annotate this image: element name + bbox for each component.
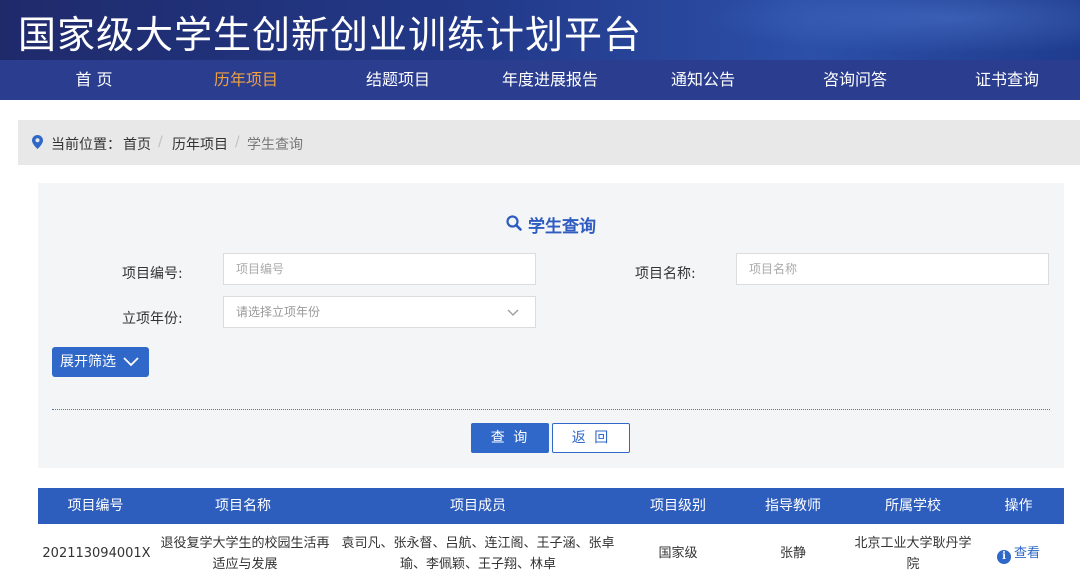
view-link[interactable]: i 查看 bbox=[973, 543, 1064, 564]
cell-members: 袁司凡、张永督、吕航、连江阁、王子涵、张卓瑜、李佩颖、王子翔、林卓 bbox=[341, 536, 615, 572]
site-banner: 国家级大学生创新创业训练计划平台 bbox=[0, 0, 1080, 60]
search-icon bbox=[506, 215, 522, 231]
search-panel-title: 学生查询 bbox=[506, 212, 596, 237]
breadcrumb-past-projects[interactable]: 历年项目 bbox=[172, 134, 228, 154]
project-name-input[interactable] bbox=[736, 253, 1049, 285]
column-header-level: 项目级别 bbox=[650, 498, 706, 514]
breadcrumb-separator: / bbox=[158, 134, 163, 150]
nav-item-home[interactable]: 首 页 bbox=[34, 60, 154, 100]
column-header-project-name: 项目名称 bbox=[215, 498, 271, 514]
search-panel: 学生查询 项目编号: 项目名称: 立项年份: 请选择立项年份 展开筛选 查 询 … bbox=[38, 183, 1064, 468]
expand-filter-label: 展开筛选 bbox=[60, 354, 116, 370]
cell-school: 北京工业大学耿丹学院 bbox=[854, 536, 972, 572]
view-link-label: 查看 bbox=[1013, 546, 1040, 561]
info-icon: i bbox=[996, 550, 1011, 564]
cell-teacher: 张静 bbox=[779, 546, 806, 561]
column-header-project-no: 项目编号 bbox=[67, 498, 124, 514]
column-header-teacher: 指导教师 bbox=[765, 498, 821, 514]
chevron-down-icon bbox=[507, 309, 519, 316]
nav-item-qa[interactable]: 咨询问答 bbox=[795, 60, 915, 100]
column-header-members: 项目成员 bbox=[450, 498, 506, 514]
column-header-school: 所属学校 bbox=[885, 498, 941, 514]
chevron-down-icon bbox=[123, 357, 139, 367]
nav-item-notices[interactable]: 通知公告 bbox=[643, 60, 763, 100]
main-nav: 首 页 历年项目 结题项目 年度进展报告 通知公告 咨询问答 证书查询 bbox=[0, 60, 1080, 100]
nav-item-certificate[interactable]: 证书查询 bbox=[947, 60, 1067, 100]
nav-item-completed-projects[interactable]: 结题项目 bbox=[338, 60, 458, 100]
breadcrumb: 当前位置： 首页 / 历年项目 / 学生查询 bbox=[18, 120, 1080, 165]
table-row: 202113094001X 退役复学大学生的校园生活再适应与发展 袁司凡、张永督… bbox=[38, 524, 1064, 583]
divider bbox=[52, 409, 1050, 410]
location-pin-icon bbox=[32, 135, 43, 149]
query-button[interactable]: 查 询 bbox=[471, 423, 549, 453]
results-table-header: 项目编号 项目名称 项目成员 项目级别 指导教师 所属学校 操作 bbox=[38, 488, 1064, 524]
cell-level: 国家级 bbox=[658, 546, 698, 561]
breadcrumb-separator: / bbox=[235, 134, 240, 150]
banner-decoration bbox=[660, 0, 1080, 60]
cell-project-no: 202113094001X bbox=[42, 546, 151, 561]
breadcrumb-home[interactable]: 首页 bbox=[123, 134, 151, 154]
year-label: 立项年份: bbox=[122, 311, 183, 327]
breadcrumb-prefix: 当前位置： bbox=[51, 137, 121, 153]
column-header-action: 操作 bbox=[1004, 498, 1033, 514]
project-no-label: 项目编号: bbox=[122, 266, 183, 282]
project-no-input[interactable] bbox=[223, 253, 536, 285]
back-button[interactable]: 返 回 bbox=[552, 423, 630, 453]
nav-item-annual-reports[interactable]: 年度进展报告 bbox=[490, 60, 610, 100]
breadcrumb-current: 学生查询 bbox=[247, 137, 303, 153]
expand-filter-button[interactable]: 展开筛选 bbox=[52, 347, 149, 377]
nav-item-past-projects[interactable]: 历年项目 bbox=[186, 60, 306, 100]
year-select[interactable]: 请选择立项年份 bbox=[223, 296, 536, 328]
site-title: 国家级大学生创新创业训练计划平台 bbox=[18, 13, 643, 57]
search-panel-title-text: 学生查询 bbox=[528, 217, 596, 237]
project-name-label: 项目名称: bbox=[635, 266, 696, 282]
year-select-placeholder: 请选择立项年份 bbox=[236, 305, 321, 319]
cell-project-name: 退役复学大学生的校园生活再适应与发展 bbox=[160, 536, 330, 572]
